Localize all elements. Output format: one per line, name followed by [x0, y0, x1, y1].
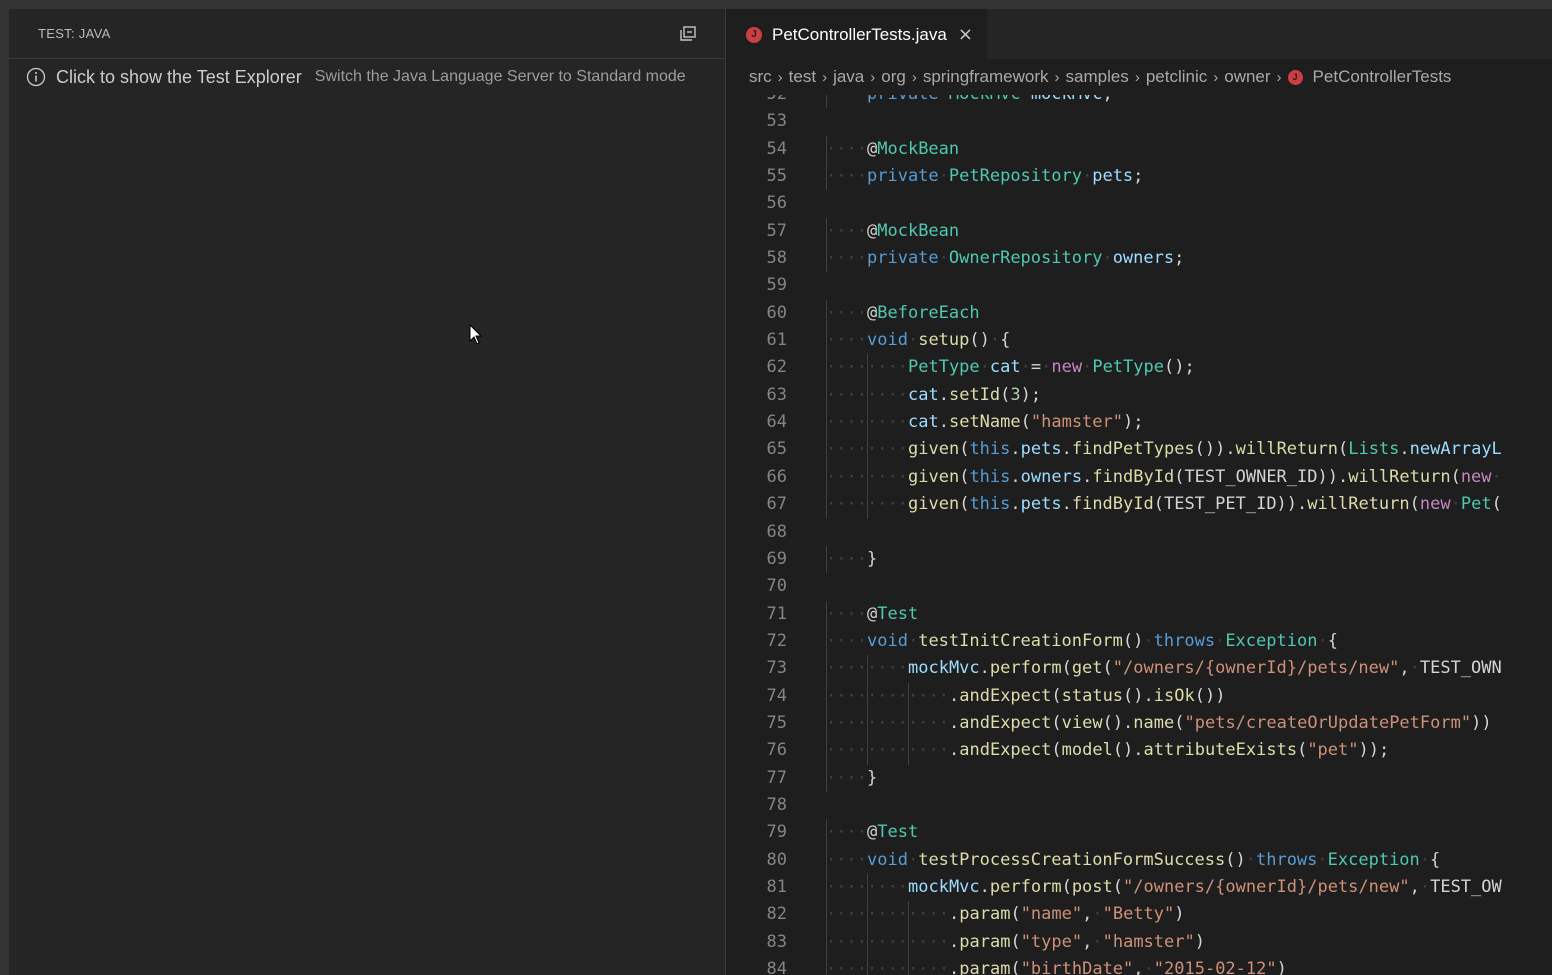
code-text: ····private·PetRepository·pets; — [826, 166, 1144, 187]
chevron-right-icon: › — [1134, 68, 1140, 86]
code-text: ····void·setup()·{ — [826, 330, 1011, 351]
line-number: 81 — [766, 876, 787, 897]
code-text: ········mockMvc.perform(get("/owners/{ow… — [826, 658, 1502, 679]
code-text: ············.andExpect(view().name("pets… — [826, 712, 1492, 733]
code-text: ····void·testProcessCreationFormSuccess(… — [826, 849, 1441, 870]
code-text: ····@MockBean — [826, 138, 960, 159]
line-number: 76 — [766, 740, 787, 761]
switch-standard-mode-link[interactable]: Switch the Java Language Server to Stand… — [315, 68, 686, 86]
code-text: ········given(this.pets.findById(TEST_PE… — [826, 494, 1502, 515]
code-text: ············.param("type",·"hamster") — [826, 931, 1205, 952]
line-number: 79 — [766, 822, 787, 843]
code-text: ····private·MockMvc·mockMvc; — [826, 95, 1113, 108]
line-number: 58 — [766, 248, 787, 269]
test-sidebar: TEST: JAVA Click to show the Test Explor… — [9, 9, 726, 975]
line-number: 63 — [766, 384, 787, 405]
code-text: ····@Test — [826, 603, 919, 624]
line-number: 71 — [766, 603, 787, 624]
code-text: ····@Test — [826, 822, 919, 843]
code-text: ········PetType·cat·=·new·PetType(); — [826, 357, 1195, 378]
line-number: 84 — [766, 959, 787, 975]
line-number: 52 — [726, 95, 787, 108]
line-number: 82 — [766, 904, 787, 925]
chevron-right-icon: › — [1054, 68, 1060, 86]
line-number: 54 — [766, 138, 787, 159]
tab-label: PetControllerTests.java — [772, 24, 947, 44]
line-number: 59 — [766, 275, 787, 296]
chevron-right-icon: › — [911, 68, 917, 86]
line-number: 69 — [766, 548, 787, 569]
breadcrumb-file-label: PetControllerTests — [1312, 67, 1452, 86]
code-text: ····} — [826, 767, 878, 788]
close-icon[interactable]: × — [958, 24, 973, 45]
test-explorer-message: Click to show the Test Explorer Switch t… — [9, 59, 725, 95]
line-number: 67 — [766, 494, 787, 515]
line-number: 66 — [766, 466, 787, 487]
code-text: ············.param("birthDate",·"2015-02… — [826, 959, 1287, 975]
code-text: ········cat.setId(3); — [826, 384, 1042, 405]
show-test-explorer-link[interactable]: Click to show the Test Explorer — [56, 67, 302, 88]
collapse-all-icon[interactable] — [679, 25, 697, 43]
sidebar-title: TEST: JAVA — [38, 26, 111, 41]
line-number: 62 — [766, 357, 787, 378]
breadcrumb: src › test › java › org › springframewor… — [726, 59, 1552, 95]
java-file-icon: J — [1287, 69, 1303, 85]
chevron-right-icon: › — [777, 68, 783, 86]
breadcrumb-org[interactable]: org — [881, 67, 906, 87]
line-number: 73 — [766, 658, 787, 679]
code-text: ····@BeforeEach — [826, 302, 980, 323]
line-number: 70 — [766, 576, 787, 597]
line-number: 72 — [766, 630, 787, 651]
tab-bar: J PetControllerTests.java × — [726, 9, 1552, 59]
chevron-right-icon: › — [822, 68, 828, 86]
line-number: 74 — [766, 685, 787, 706]
title-bar-strip — [0, 0, 1552, 9]
tab-petcontrollertests[interactable]: J PetControllerTests.java × — [726, 9, 987, 59]
code-text: ····} — [826, 548, 878, 569]
java-file-icon: J — [746, 26, 762, 43]
info-icon — [26, 67, 46, 87]
code-text: ········given(this.owners.findById(TEST_… — [826, 466, 1502, 487]
activity-bar — [0, 9, 9, 975]
line-number: 65 — [766, 439, 787, 460]
breadcrumb-samples[interactable]: samples — [1066, 67, 1129, 87]
line-number: 61 — [766, 330, 787, 351]
line-number: 77 — [766, 767, 787, 788]
sidebar-header: TEST: JAVA — [9, 9, 725, 59]
breadcrumb-owner[interactable]: owner — [1224, 67, 1270, 87]
line-number: 78 — [766, 794, 787, 815]
breadcrumb-java[interactable]: java — [833, 67, 864, 87]
code-area[interactable]: 52 ····private·MockMvc·mockMvc; 53 54 ····@M… — [726, 95, 1552, 975]
breadcrumb-petclinic[interactable]: petclinic — [1146, 67, 1207, 87]
breadcrumb-test[interactable]: test — [789, 67, 816, 87]
code-text: ········mockMvc.perform(post("/owners/{o… — [826, 876, 1502, 897]
code-text: ········cat.setName("hamster"); — [826, 412, 1144, 433]
editor-group: J PetControllerTests.java × src › test ›… — [726, 9, 1552, 975]
breadcrumb-springframework[interactable]: springframework — [923, 67, 1049, 87]
line-number: 55 — [766, 166, 787, 187]
line-number: 56 — [766, 193, 787, 214]
code-text: ············.andExpect(model().attribute… — [826, 740, 1390, 761]
line-number: 57 — [766, 220, 787, 241]
mouse-pointer-icon — [469, 324, 483, 345]
line-number: 75 — [766, 712, 787, 733]
line-number: 68 — [766, 521, 787, 542]
chevron-right-icon: › — [870, 68, 876, 86]
code-text: ····private·OwnerRepository·owners; — [826, 248, 1185, 269]
line-number: 60 — [766, 302, 787, 323]
line-number: 64 — [766, 412, 787, 433]
chevron-right-icon: › — [1276, 68, 1282, 86]
line-number: 83 — [766, 931, 787, 952]
code-text: ····void·testInitCreationForm()·throws·E… — [826, 630, 1338, 651]
line-number: 80 — [766, 849, 787, 870]
breadcrumb-src[interactable]: src — [749, 67, 772, 87]
breadcrumb-file[interactable]: J PetControllerTests — [1287, 67, 1452, 87]
chevron-right-icon: › — [1213, 68, 1219, 86]
code-text: ············.param("name",·"Betty") — [826, 904, 1185, 925]
code-text: ········given(this.pets.findPetTypes()).… — [826, 439, 1502, 460]
code-text: ····@MockBean — [826, 220, 960, 241]
line-number: 53 — [766, 111, 787, 132]
code-text: ············.andExpect(status().isOk()) — [826, 685, 1226, 706]
